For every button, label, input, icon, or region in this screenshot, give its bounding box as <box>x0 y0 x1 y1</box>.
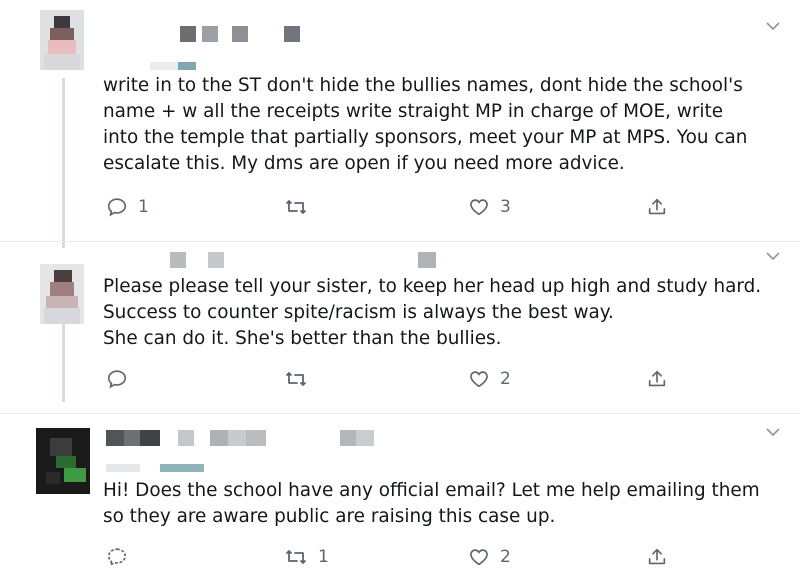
like-count: 2 <box>500 369 511 389</box>
tweet-2[interactable]: Please please tell your sister, to keep … <box>0 242 800 412</box>
avatar[interactable] <box>40 264 84 324</box>
avatar[interactable] <box>36 428 90 494</box>
tweet-actions: 1 2 <box>0 544 800 570</box>
reply-button[interactable]: 1 <box>106 194 149 220</box>
like-count: 3 <box>500 197 511 217</box>
tweet-text: write in to the ST don't hide the bullie… <box>103 75 748 174</box>
retweet-icon <box>286 550 306 564</box>
reply-count: 1 <box>138 197 149 217</box>
retweet-button[interactable] <box>284 366 318 392</box>
share-button[interactable] <box>646 194 668 220</box>
tweet-3[interactable]: Hi! Does the school have any official em… <box>0 414 800 567</box>
reply-icon <box>107 548 127 567</box>
blurred-handle <box>150 62 210 70</box>
share-button[interactable] <box>646 544 668 570</box>
heart-icon <box>470 549 488 566</box>
avatar[interactable] <box>40 10 84 70</box>
retweet-icon <box>286 200 306 214</box>
tweet-actions: 1 3 <box>0 194 800 220</box>
tweet-actions: 2 <box>0 366 800 392</box>
heart-icon <box>470 199 488 216</box>
reply-button[interactable] <box>106 544 138 570</box>
retweet-count: 1 <box>318 547 329 567</box>
chevron-down-icon[interactable] <box>764 20 782 32</box>
reply-button[interactable] <box>106 366 138 392</box>
heart-icon <box>470 371 488 388</box>
blurred-username[interactable] <box>106 430 376 446</box>
like-button[interactable]: 2 <box>468 544 511 570</box>
chevron-down-icon[interactable] <box>764 426 782 438</box>
share-icon <box>648 370 666 387</box>
reply-icon <box>107 198 127 217</box>
retweet-button[interactable]: 1 <box>284 544 329 570</box>
like-count: 2 <box>500 547 511 567</box>
retweet-icon <box>286 372 306 386</box>
tweet-text: Please please tell your sister, to keep … <box>103 276 762 349</box>
retweet-button[interactable] <box>284 194 318 220</box>
share-button[interactable] <box>646 366 668 392</box>
tweet-1[interactable]: write in to the ST don't hide the bullie… <box>0 0 800 240</box>
tweet-text: Hi! Does the school have any official em… <box>103 480 760 527</box>
share-icon <box>648 198 666 215</box>
chevron-down-icon[interactable] <box>764 250 782 262</box>
blurred-username[interactable] <box>170 252 440 268</box>
like-button[interactable]: 2 <box>468 366 511 392</box>
blurred-handle <box>106 464 206 472</box>
share-icon <box>648 548 666 565</box>
blurred-username[interactable] <box>180 26 300 42</box>
like-button[interactable]: 3 <box>468 194 511 220</box>
reply-icon <box>107 370 127 389</box>
